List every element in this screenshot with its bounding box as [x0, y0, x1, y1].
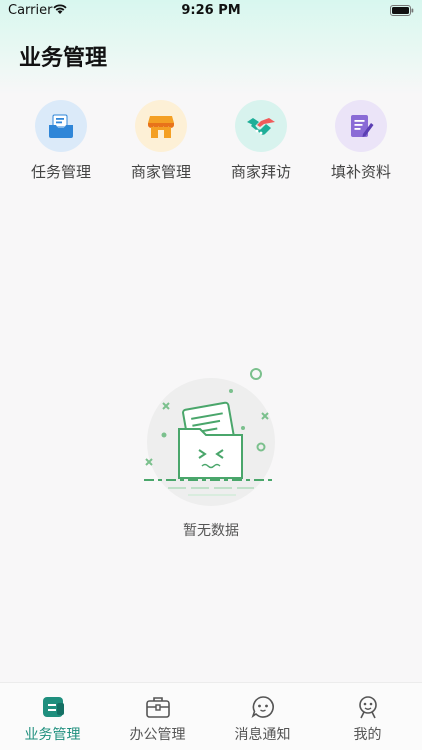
- quick-actions: 任务管理 商家管理 商家拜访 填补资料: [0, 100, 422, 190]
- empty-folder-illustration: [144, 368, 276, 506]
- empty-state-text: 暂无数据: [183, 523, 239, 539]
- tab-message-notification[interactable]: 消息通知: [210, 683, 315, 750]
- status-bar: Carrier 9:26 PM: [0, 0, 422, 22]
- edit-document-icon: [335, 100, 387, 152]
- business-card-icon: [40, 695, 66, 719]
- storefront-icon: [135, 100, 187, 152]
- tab-label: 消息通知: [234, 727, 291, 743]
- message-face-icon: [250, 695, 276, 719]
- quick-action-merchant-visit[interactable]: 商家拜访: [211, 100, 311, 182]
- empty-state: 暂无数据: [130, 362, 292, 539]
- tab-bar: 业务管理 办公管理 消息通知 我的: [0, 682, 422, 750]
- battery-icon: [390, 5, 414, 20]
- handshake-icon: [235, 100, 287, 152]
- tab-label: 业务管理: [24, 727, 81, 743]
- profile-icon: [355, 695, 381, 719]
- tab-label: 办公管理: [129, 727, 186, 743]
- tab-business-management[interactable]: 业务管理: [0, 683, 105, 750]
- quick-action-task-management[interactable]: 任务管理: [11, 100, 111, 182]
- tab-label: 我的: [353, 727, 382, 743]
- briefcase-icon: [145, 695, 171, 719]
- quick-action-merchant-management[interactable]: 商家管理: [111, 100, 211, 182]
- quick-action-label: 商家拜访: [230, 163, 291, 181]
- tab-mine[interactable]: 我的: [315, 683, 420, 750]
- status-time: 9:26 PM: [181, 3, 241, 18]
- page-title: 业务管理: [19, 46, 108, 71]
- quick-action-label: 任务管理: [30, 163, 91, 181]
- inbox-tray-icon: [35, 100, 87, 152]
- quick-action-label: 填补资料: [330, 163, 391, 181]
- tab-office-management[interactable]: 办公管理: [105, 683, 210, 750]
- quick-action-label: 商家管理: [130, 163, 191, 181]
- quick-action-fill-information[interactable]: 填补资料: [311, 100, 411, 182]
